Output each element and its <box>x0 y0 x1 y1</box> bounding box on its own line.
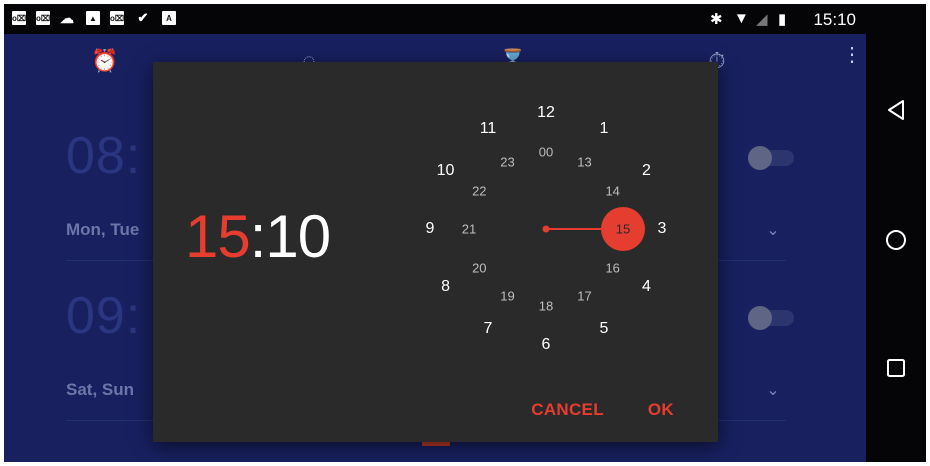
time-readout: 15:10 <box>185 202 331 271</box>
clock-number[interactable]: 10 <box>437 162 455 180</box>
dialog-actions: CANCEL OK <box>531 400 674 420</box>
alarm-toggle[interactable] <box>748 306 794 330</box>
image-icon: ▲ <box>86 11 100 25</box>
clock-center-dot <box>542 225 550 233</box>
toggle-knob <box>748 146 772 170</box>
clock-number[interactable]: 6 <box>542 336 551 354</box>
clock-number[interactable]: 9 <box>426 220 435 238</box>
clock-number[interactable]: 20 <box>472 260 486 275</box>
signal-icon: ◢ <box>756 11 768 28</box>
battery-icon: ▮ <box>778 11 787 28</box>
clock-number[interactable]: 4 <box>642 278 651 296</box>
cloud-sync-icon: ☁ <box>60 9 74 26</box>
device-screen: o⌧ o⌧ ☁ ▲ o⌧ ✔ A ✱ ▼ ◢ ▮ 15:10 ⏰ ◌ ⌛ ⏱ ⋮… <box>4 4 926 462</box>
clock-number[interactable]: 19 <box>500 288 514 303</box>
check-mail-icon: ✔ <box>137 10 149 25</box>
toggle-knob <box>748 306 772 330</box>
clock-number[interactable]: 7 <box>484 320 493 338</box>
clock-number[interactable]: 3 <box>658 220 667 238</box>
ok-button[interactable]: OK <box>648 400 674 420</box>
clock-number[interactable]: 21 <box>462 222 476 237</box>
chevron-down-icon[interactable]: ⌄ <box>764 380 782 399</box>
chevron-down-icon[interactable]: ⌄ <box>764 220 782 239</box>
clock-number[interactable]: 2 <box>642 162 651 180</box>
clock-number[interactable]: 5 <box>600 320 609 338</box>
translate-a-icon: A <box>162 11 176 25</box>
status-time: 15:10 <box>813 10 856 29</box>
bluetooth-icon: ✱ <box>710 11 723 28</box>
recents-icon[interactable] <box>884 356 908 380</box>
clock-number[interactable]: 8 <box>441 278 450 296</box>
time-separator: : <box>249 203 267 270</box>
outlook-icon: o⌧ <box>110 11 124 25</box>
clock-number[interactable]: 18 <box>539 299 553 314</box>
clock-number[interactable]: 16 <box>605 260 619 275</box>
clock-number[interactable]: 15 <box>616 222 630 237</box>
alarm-days: Mon, Tue <box>66 220 140 239</box>
clock-number[interactable]: 11 <box>480 120 497 138</box>
outlook-icon: o⌧ <box>12 11 26 25</box>
clock-number[interactable]: 22 <box>472 183 486 198</box>
minute-field[interactable]: 10 <box>265 203 331 270</box>
clock-number[interactable]: 13 <box>577 155 591 170</box>
home-icon[interactable] <box>884 228 908 252</box>
more-options-icon[interactable]: ⋮ <box>842 45 862 65</box>
cancel-button[interactable]: CANCEL <box>531 400 604 420</box>
navigation-bar <box>866 34 926 462</box>
clock-number[interactable]: 23 <box>500 155 514 170</box>
hour-field[interactable]: 15 <box>185 203 251 270</box>
back-icon[interactable] <box>884 98 908 122</box>
clock-number[interactable]: 00 <box>539 145 553 160</box>
alarm-time[interactable]: 08: <box>66 126 141 186</box>
clock-number[interactable]: 17 <box>577 288 591 303</box>
clock-number[interactable]: 14 <box>605 183 619 198</box>
time-picker-dialog: 15:10 12 1 2 3 4 5 6 7 8 9 10 11 00 13 14 15 16 17 18 19 20 2… <box>153 62 718 442</box>
clock-face[interactable]: 12 1 2 3 4 5 6 7 8 9 10 11 00 13 14 15 16 17 18 19 20 21 22 23 <box>413 94 673 364</box>
alarm-clock-icon[interactable]: ⏰ <box>91 48 118 74</box>
status-bar: o⌧ o⌧ ☁ ▲ o⌧ ✔ A ✱ ▼ ◢ ▮ 15:10 <box>4 4 926 34</box>
clock-hand <box>542 207 645 251</box>
alarm-time[interactable]: 09: <box>66 286 141 346</box>
wifi-icon: ▼ <box>734 10 749 27</box>
outlook-icon: o⌧ <box>36 11 50 25</box>
alarm-days: Sat, Sun <box>66 380 135 399</box>
alarm-toggle[interactable] <box>748 146 794 170</box>
clock-number[interactable]: 1 <box>600 120 609 138</box>
clock-number[interactable]: 12 <box>537 104 555 122</box>
